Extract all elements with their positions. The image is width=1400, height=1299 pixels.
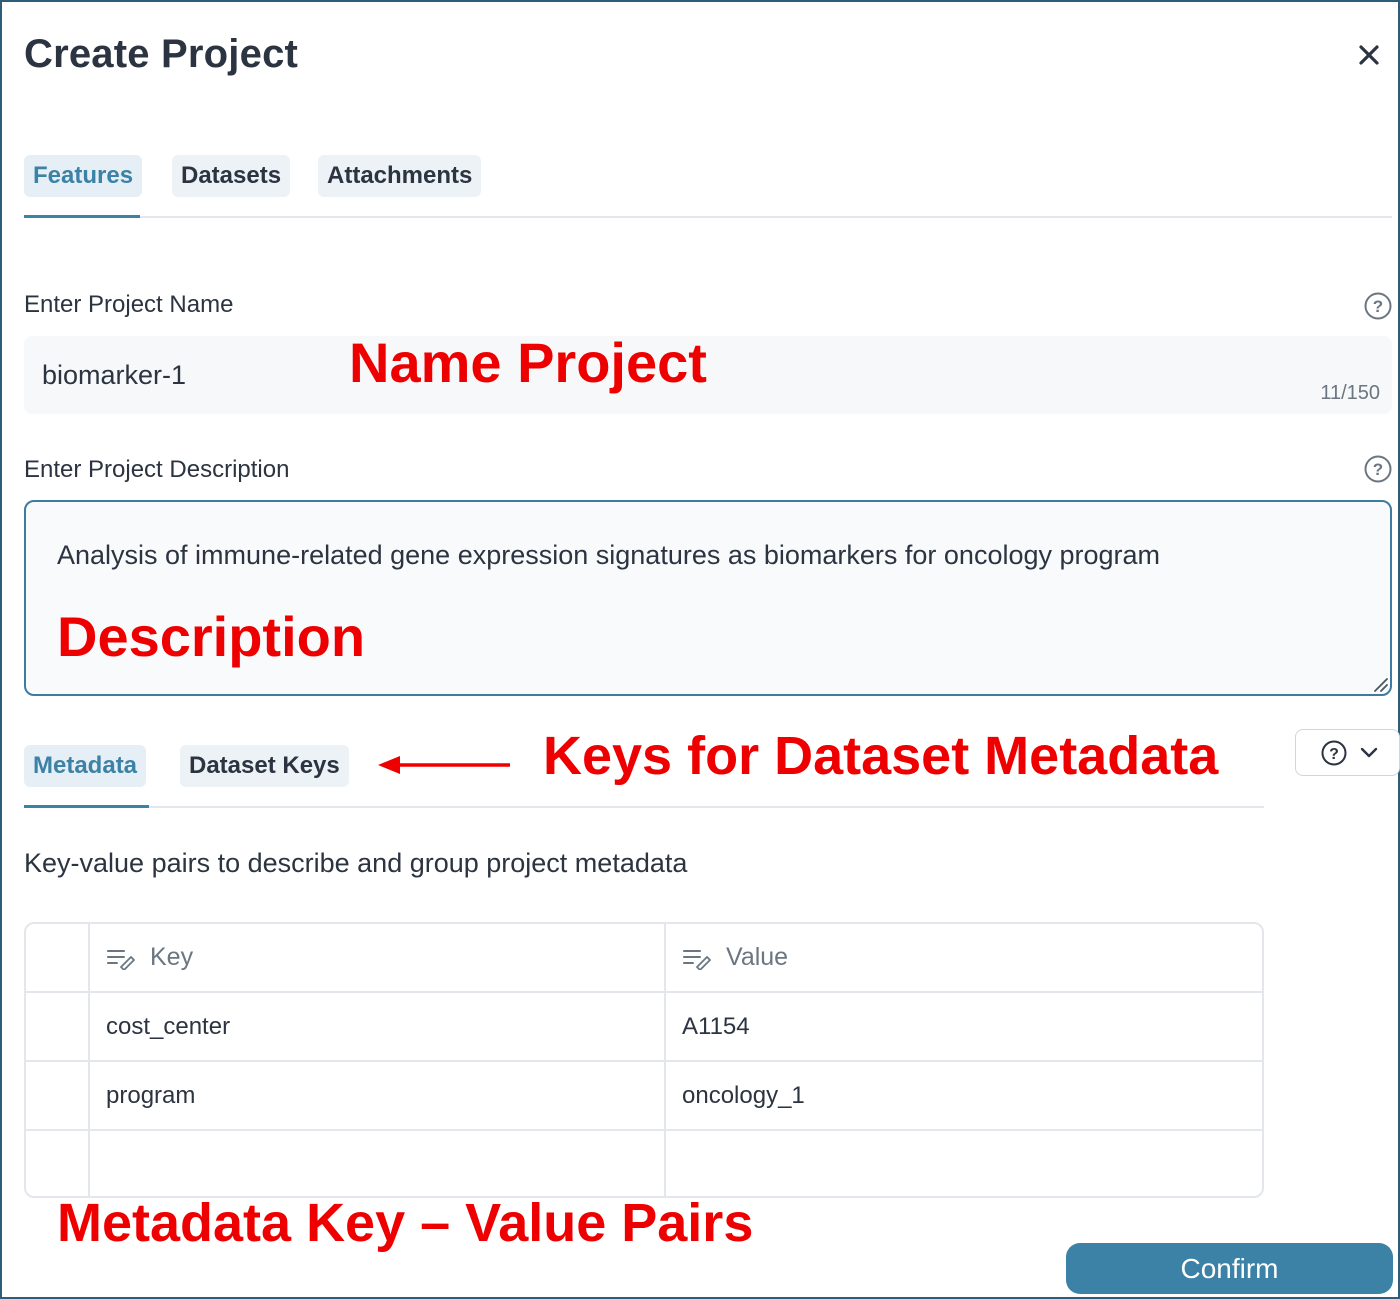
table-row: cost_center A1154 [26,993,1262,1062]
annotation-name-project: Name Project [349,331,707,394]
svg-text:?: ? [1373,297,1383,316]
editable-column-icon [106,946,136,970]
editable-column-icon [682,946,712,970]
project-description-label: Enter Project Description [24,456,290,483]
annotation-arrow-icon [378,756,510,774]
tab-metadata[interactable]: Metadata [24,745,147,787]
close-icon [1359,45,1379,65]
row-index-header [26,924,90,991]
chevron-down-icon [1360,747,1378,757]
tab-dataset-keys[interactable]: Dataset Keys [180,745,349,787]
value-header-label: Value [726,943,789,971]
table-header-row: Key Value [26,924,1262,993]
project-name-value: biomarker-1 [42,360,187,390]
key-cell[interactable]: program [90,1062,666,1129]
table-row-empty [26,1131,1262,1196]
tab-datasets[interactable]: Datasets [172,155,291,197]
value-cell[interactable]: oncology_1 [666,1062,1262,1129]
svg-text:?: ? [1329,746,1339,763]
row-index-cell [26,1131,90,1196]
project-description-value: Analysis of immune-related gene expressi… [57,540,1161,570]
key-cell[interactable] [90,1131,666,1196]
close-button[interactable] [1352,38,1386,72]
help-dropdown-button[interactable]: ? [1295,729,1400,776]
value-cell[interactable]: A1154 [666,993,1262,1060]
help-circle-icon[interactable]: ? [1363,291,1393,321]
resize-handle-icon[interactable] [1372,676,1388,692]
char-count: 11/150 [1320,382,1380,404]
confirm-button[interactable]: Confirm [1066,1243,1393,1294]
tab-attachments[interactable]: Attachments [318,155,482,197]
row-index-cell [26,993,90,1060]
active-subtab-indicator [24,805,149,808]
row-index-cell [26,1062,90,1129]
annotation-dataset-metadata-keys: Keys for Dataset Metadata [543,726,1219,786]
metadata-description: Key-value pairs to describe and group pr… [24,848,688,878]
active-tab-indicator [24,215,140,218]
annotation-metadata-pairs: Metadata Key – Value Pairs [57,1193,754,1253]
help-circle-icon: ? [1321,740,1347,765]
tab-features[interactable]: Features [24,155,143,197]
table-row: program oncology_1 [26,1062,1262,1131]
project-name-input[interactable]: biomarker-1 11/150 [24,336,1392,414]
value-cell[interactable] [666,1131,1262,1196]
key-column-header: Key [90,924,666,991]
key-header-label: Key [150,943,194,971]
help-circle-icon[interactable]: ? [1363,454,1393,484]
main-tabs: Features Datasets Attachments [24,155,1392,218]
key-cell[interactable]: cost_center [90,993,666,1060]
create-project-dialog: Create Project Features Datasets Attachm… [0,0,1400,1299]
dialog-title: Create Project [24,32,299,76]
value-column-header: Value [666,924,1262,991]
annotation-description: Description [57,605,366,668]
project-name-label: Enter Project Name [24,291,234,318]
svg-text:?: ? [1373,460,1383,479]
metadata-table: Key Value cost_center A1154 program onco… [24,922,1264,1198]
